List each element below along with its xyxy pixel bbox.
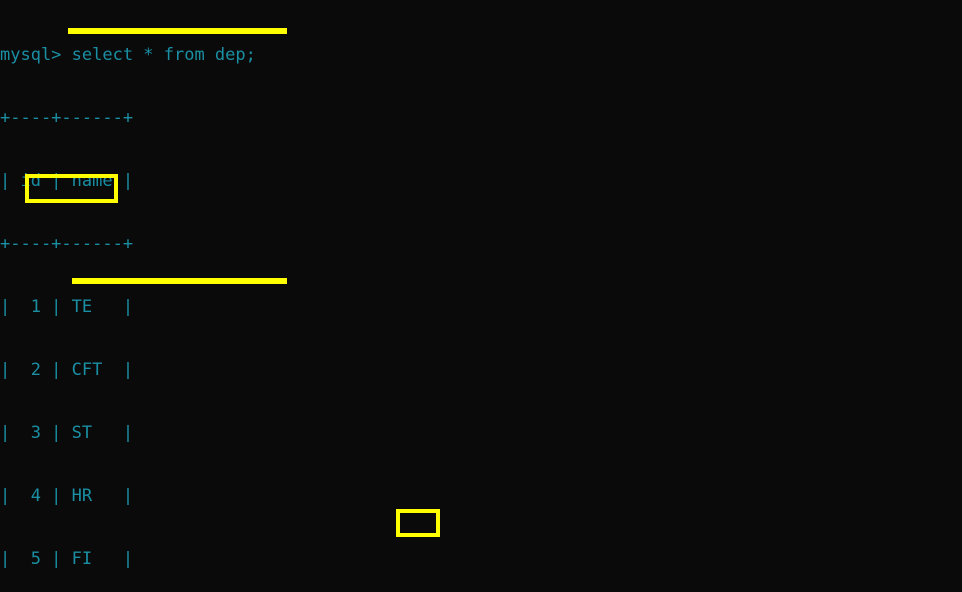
terminal-line-dep-sep-top: +----+------+ (0, 108, 134, 128)
terminal-line-dep-row-5: | 5 | FI | (0, 549, 134, 569)
terminal-screen[interactable]: mysql> select * from dep; +----+------+ … (0, 3, 962, 592)
terminal-window[interactable]: mysql> select * from dep; +----+------+ … (0, 0, 962, 592)
terminal-line-dep-row-4: | 4 | HR | (0, 486, 134, 506)
terminal-line-dep-command: mysql> select * from dep; (0, 45, 256, 65)
terminal-line-dep-row-1: | 1 | TE | (0, 297, 134, 317)
terminal-line-dep-row-3: | 3 | ST | (0, 423, 134, 443)
terminal-line-dep-header: | id | name | (0, 171, 134, 191)
terminal-line-dep-row-2: | 2 | CFT | (0, 360, 134, 380)
terminal-line-dep-sep-mid: +----+------+ (0, 234, 134, 254)
